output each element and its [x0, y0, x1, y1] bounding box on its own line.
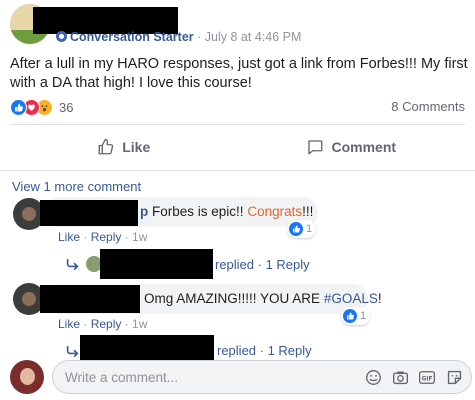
comment-highlight: Congrats	[247, 204, 303, 219]
redacted-commenter-name	[40, 285, 140, 313]
comment-like-count: 1	[360, 310, 367, 322]
reaction-count: 36	[59, 100, 74, 115]
gif-icon[interactable]: GIF	[418, 368, 436, 386]
comment-text: Omg AMAZING!!!!! YOU ARE	[144, 291, 321, 306]
post-action-bar: Like Comment	[10, 124, 465, 168]
comment-like-badge[interactable]: 1	[341, 307, 371, 325]
camera-icon[interactable]	[391, 368, 409, 386]
comment-button-label: Comment	[331, 138, 397, 155]
like-icon	[10, 99, 27, 116]
svg-text:GIF: GIF	[422, 376, 433, 382]
post-card: Conversation Starter · July 8 at 4:46 PM…	[0, 0, 475, 171]
reply-arrow-icon	[66, 259, 79, 270]
comment-input-placeholder: Write a comment...	[65, 370, 179, 385]
comment-actions: Like · Reply · 1w	[58, 230, 148, 244]
comment-text-end: !!!	[302, 204, 314, 219]
comment-time[interactable]: 1w	[132, 317, 147, 331]
redacted-commenter-name	[40, 200, 138, 226]
like-icon	[343, 309, 357, 323]
view-more-comments-link[interactable]: View 1 more comment	[12, 179, 141, 194]
comment-time[interactable]: 1w	[132, 230, 147, 244]
comment-reply-link[interactable]: Reply	[91, 230, 122, 244]
emoji-icon[interactable]	[364, 368, 382, 386]
current-user-avatar[interactable]	[10, 360, 44, 394]
reactions-summary[interactable]: 36	[10, 99, 73, 116]
meta-dot: ·	[197, 30, 202, 44]
replies-text: replied · 1 Reply	[215, 256, 310, 272]
comment-like-count: 1	[306, 223, 313, 235]
comment-text-end: !	[377, 291, 382, 306]
comment-reply-link[interactable]: Reply	[91, 317, 122, 331]
comment-input[interactable]: Write a comment... GIF	[52, 360, 472, 394]
like-icon	[289, 222, 303, 236]
like-button-label: Like	[122, 138, 151, 155]
replies-text: replied · 1 Reply	[217, 343, 312, 358]
badge-label: Conversation Starter	[70, 30, 194, 44]
comment-button[interactable]: Comment	[238, 125, 466, 168]
thumbs-up-icon	[98, 138, 114, 154]
composer-icons: GIF	[364, 368, 463, 386]
comments-count-link[interactable]: 8 Comments	[391, 99, 465, 114]
comment-like-link[interactable]: Like	[58, 317, 80, 331]
comment-bubble-icon	[308, 139, 323, 154]
redacted-reply-author	[100, 249, 213, 279]
comment-composer: Write a comment... GIF	[10, 359, 472, 397]
comment-like-link[interactable]: Like	[58, 230, 80, 244]
conversation-starter-badge-icon	[56, 31, 67, 42]
comment-hashtag[interactable]: #GOALS	[324, 291, 378, 306]
comment-text: Forbes is epic!!	[152, 204, 244, 219]
like-button[interactable]: Like	[10, 125, 238, 168]
sticker-icon[interactable]	[445, 368, 463, 386]
post-meta: Conversation Starter · July 8 at 4:46 PM	[56, 30, 301, 44]
comment-like-badge[interactable]: 1	[287, 220, 317, 238]
post-body: After a lull in my HARO responses, just …	[10, 56, 468, 91]
commenter-name-fragment[interactable]: p	[140, 204, 148, 219]
reply-arrow-icon	[66, 345, 79, 357]
comment-actions: Like · Reply · 1w	[58, 317, 148, 331]
post-timestamp[interactable]: July 8 at 4:46 PM	[205, 30, 302, 44]
